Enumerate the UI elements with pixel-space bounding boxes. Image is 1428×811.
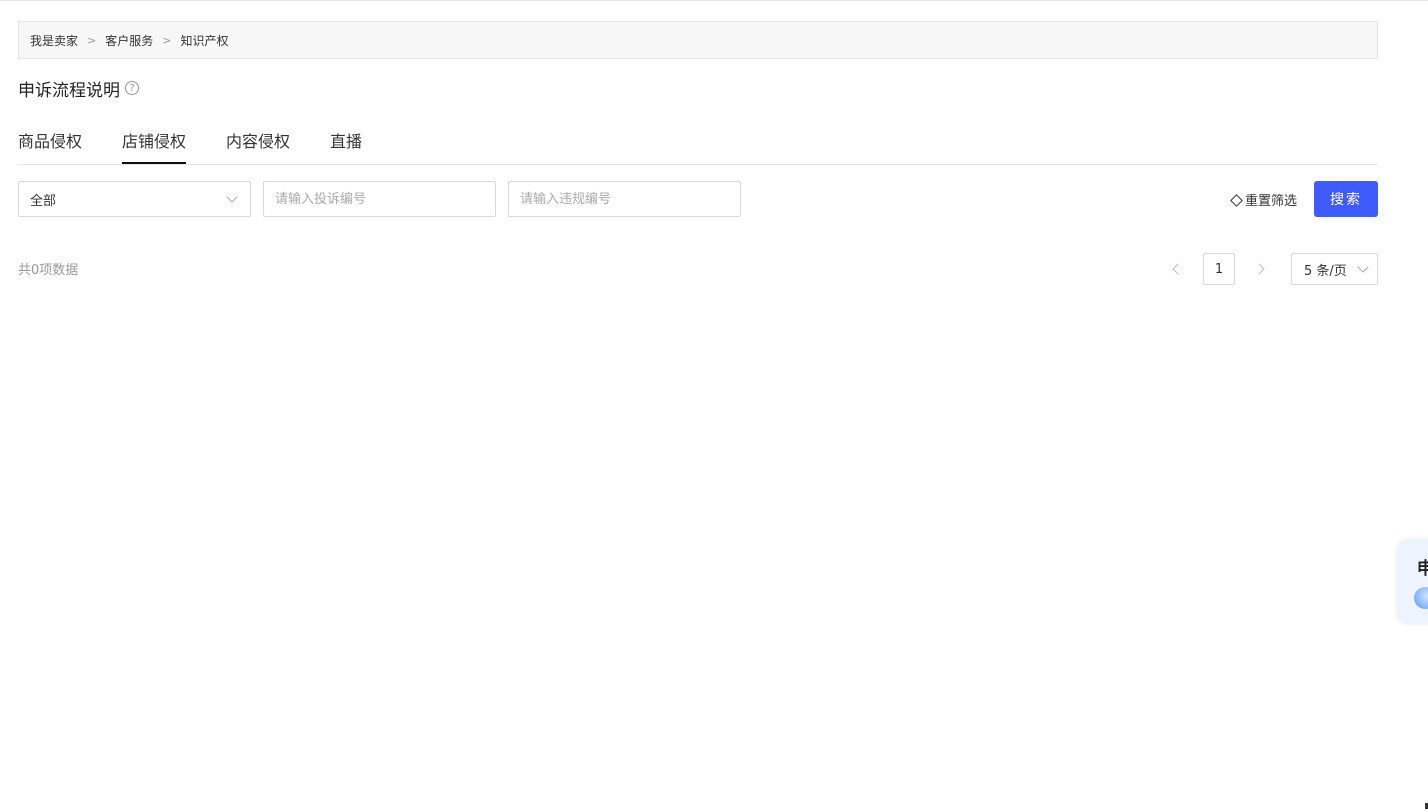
tab-store-infringement[interactable]: 店铺侵权 [122, 128, 187, 164]
status-select-value: 全部 [30, 193, 57, 209]
breadcrumb-item-seller[interactable]: 我是卖家 [30, 32, 78, 49]
total-count: 共0项数据 [18, 263, 79, 278]
violation-number-input[interactable] [508, 181, 741, 217]
question-circle-icon[interactable]: ? [125, 81, 139, 95]
search-button[interactable]: 搜索 [1314, 181, 1378, 217]
prev-page-button[interactable] [1170, 261, 1186, 277]
breadcrumb: 我是卖家 > 客户服务 > 知识产权 [18, 21, 1378, 59]
breadcrumb-separator: > [162, 33, 172, 47]
page-size-value: 5 条/页 [1304, 263, 1347, 279]
reset-filters-button[interactable]: 重置筛选 [1230, 189, 1298, 209]
reset-filters-label: 重置筛选 [1245, 193, 1298, 209]
breadcrumb-item-customer-service[interactable]: 客户服务 [105, 32, 153, 49]
complaint-number-input[interactable] [263, 181, 496, 217]
tab-bar: 商品侵权 店铺侵权 内容侵权 直播 [18, 128, 1378, 165]
top-divider [0, 0, 1428, 1]
chevron-left-icon [1172, 263, 1184, 275]
page-title: 申诉流程说明 [18, 80, 120, 101]
next-page-button[interactable] [1251, 261, 1267, 277]
title-row: 申诉流程说明 ? [18, 76, 139, 101]
breadcrumb-item-ip: 知识产权 [180, 33, 229, 48]
tab-content-infringement[interactable]: 内容侵权 [226, 128, 290, 164]
floating-widget-label: 申 [1417, 559, 1428, 579]
tab-live-stream[interactable]: 直播 [330, 128, 362, 164]
assistant-orb-icon [1414, 587, 1428, 609]
page-size-select[interactable]: 5 条/页 [1291, 253, 1378, 285]
breadcrumb-separator: > [87, 33, 97, 47]
status-select[interactable]: 全部 [18, 181, 251, 217]
tab-product-infringement[interactable]: 商品侵权 [18, 128, 82, 164]
floating-assistant-widget[interactable]: 申 [1398, 540, 1428, 623]
chevron-down-icon [1357, 261, 1369, 273]
page-number-current[interactable]: 1 [1203, 253, 1235, 285]
eraser-icon [1230, 193, 1243, 207]
chevron-down-icon [226, 191, 238, 203]
chevron-right-icon [1253, 263, 1265, 275]
